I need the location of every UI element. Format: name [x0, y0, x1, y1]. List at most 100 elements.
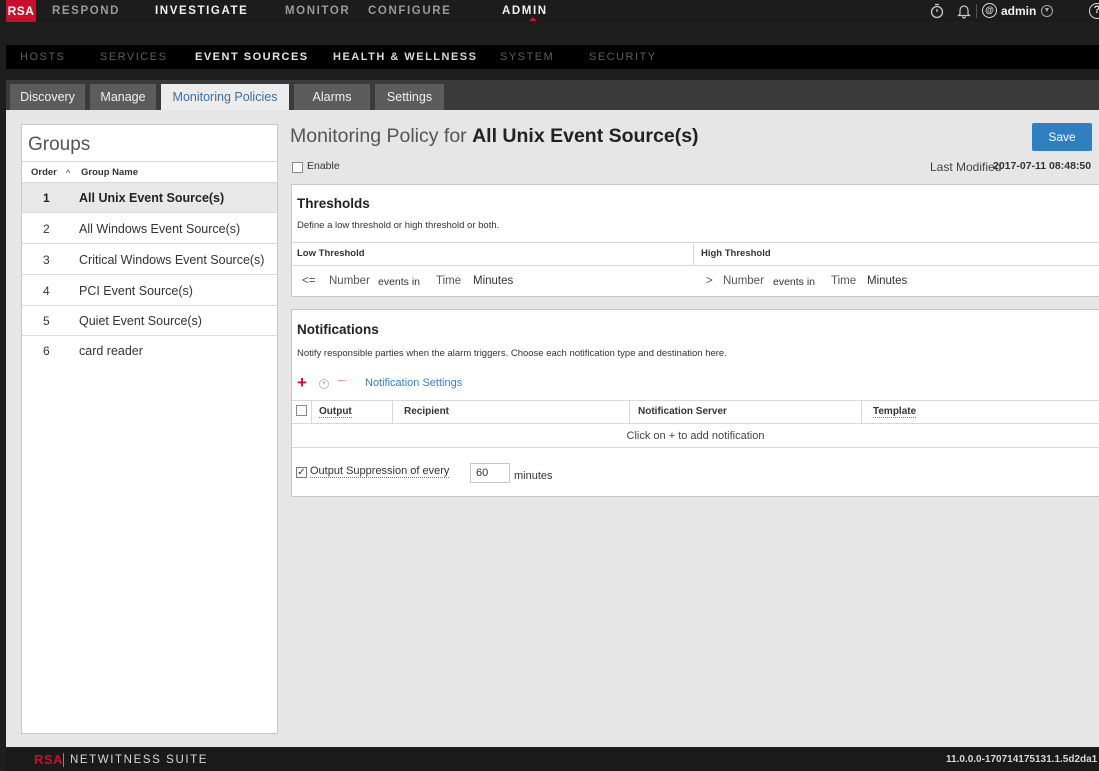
subnav-health-wellness[interactable]: HEALTH & WELLNESS	[333, 45, 477, 69]
active-nav-indicator	[529, 17, 537, 21]
footer-bar: RSA NETWITNESS SUITE 11.0.0.0-1707141751…	[6, 749, 1099, 771]
group-order: 1	[43, 191, 50, 205]
high-threshold-header: High Threshold	[701, 248, 771, 259]
col-group-name-header[interactable]: Group Name	[81, 162, 138, 184]
group-name: All Windows Event Source(s)	[79, 222, 241, 236]
help-icon[interactable]: ?	[1089, 3, 1099, 19]
nav-admin[interactable]: ADMIN	[502, 0, 548, 22]
nav-separator	[976, 4, 977, 18]
low-threshold-operator[interactable]: <=	[302, 275, 315, 287]
last-modified-label: Last Modified	[930, 160, 1002, 174]
footer-rsa-logo: RSA	[34, 752, 63, 767]
groups-panel: Groups Order ^ Group Name 1 All Unix Eve…	[21, 124, 278, 734]
sort-asc-icon[interactable]: ^	[66, 162, 70, 184]
subnav-hosts[interactable]: HOSTS	[20, 45, 65, 69]
group-row[interactable]: 2 All Windows Event Source(s)	[22, 214, 277, 244]
chevron-down-icon[interactable]: ▼	[1041, 5, 1053, 17]
nav-monitor[interactable]: MONITOR	[285, 0, 350, 22]
sub-nav: HOSTS SERVICES EVENT SOURCES HEALTH & WE…	[6, 45, 1099, 69]
group-name: Quiet Event Source(s)	[79, 314, 202, 328]
groups-table-header: Order ^ Group Name	[22, 161, 277, 183]
policy-title: Monitoring Policy for All Unix Event Sou…	[290, 125, 699, 148]
tab-settings[interactable]: Settings	[375, 84, 444, 110]
add-icon[interactable]: +	[297, 374, 307, 391]
tab-alarms[interactable]: Alarms	[294, 84, 370, 110]
high-threshold-unit[interactable]: Minutes	[867, 275, 907, 287]
thresholds-card: Thresholds Define a low threshold or hig…	[291, 184, 1099, 297]
group-name: Critical Windows Event Source(s)	[79, 253, 265, 267]
thresholds-header: Low Threshold High Threshold	[292, 242, 1099, 266]
policy-title-prefix: Monitoring Policy for	[290, 125, 467, 147]
high-threshold-time-input[interactable]: Time	[831, 275, 856, 287]
tab-manage[interactable]: Manage	[90, 84, 156, 110]
empty-table-message: Click on + to add notification	[292, 424, 1099, 448]
stopwatch-icon[interactable]	[930, 3, 944, 19]
nav-respond[interactable]: RESPOND	[52, 0, 120, 22]
group-name: card reader	[79, 344, 143, 358]
save-button[interactable]: Save	[1032, 123, 1092, 151]
high-threshold-operator[interactable]: >	[706, 275, 713, 287]
notifications-title: Notifications	[297, 322, 379, 337]
subnav-services[interactable]: SERVICES	[100, 45, 167, 69]
group-order: 5	[43, 314, 50, 328]
column-divider	[629, 401, 630, 423]
group-row[interactable]: 5 Quiet Event Source(s)	[22, 306, 277, 336]
group-row[interactable]: 6 card reader	[22, 336, 277, 366]
policy-title-group: All Unix Event Source(s)	[472, 125, 699, 147]
bell-icon[interactable]	[957, 3, 971, 19]
notifications-description: Notify responsible parties when the alar…	[297, 348, 727, 359]
low-events-in-label: events in	[378, 276, 421, 288]
column-divider	[392, 401, 393, 423]
last-modified-value: 2017-07-11 08:48:50	[993, 160, 1092, 172]
tab-bar: Discovery Manage Monitoring Policies Ala…	[6, 80, 1099, 110]
notification-settings-link[interactable]: Notification Settings	[365, 377, 462, 389]
col-output[interactable]: Output	[319, 401, 352, 423]
col-notification-server[interactable]: Notification Server	[638, 401, 727, 423]
subnav-security[interactable]: SECURITY	[589, 45, 657, 69]
group-row[interactable]: 1 All Unix Event Source(s)	[22, 183, 277, 213]
chevron-down-icon[interactable]: ▼	[319, 379, 329, 389]
group-row[interactable]: 4 PCI Event Source(s)	[22, 276, 277, 306]
low-threshold-number-input[interactable]: Number	[329, 275, 370, 287]
column-divider	[861, 401, 862, 423]
group-row[interactable]: 3 Critical Windows Event Source(s)	[22, 245, 277, 275]
group-order: 3	[43, 253, 50, 267]
low-threshold-header: Low Threshold	[297, 248, 365, 259]
group-order: 4	[43, 284, 50, 298]
footer-version: 11.0.0.0-170714175131.1.5d2da1	[946, 754, 1098, 765]
output-suppression-label[interactable]: Output Suppression of every	[310, 465, 450, 478]
column-divider	[311, 401, 312, 423]
footer-product-name: NETWITNESS SUITE	[70, 754, 209, 766]
rsa-logo: RSA	[6, 0, 36, 22]
col-template[interactable]: Template	[873, 401, 917, 423]
subnav-system[interactable]: SYSTEM	[500, 45, 554, 69]
nav-configure[interactable]: CONFIGURE	[368, 0, 451, 22]
nav-investigate[interactable]: INVESTIGATE	[155, 0, 248, 22]
remove-icon[interactable]: −	[337, 373, 346, 391]
column-divider	[693, 243, 694, 265]
user-name[interactable]: admin	[1001, 0, 1036, 22]
suppression-minutes-input[interactable]: 60	[470, 463, 510, 483]
tab-discovery[interactable]: Discovery	[10, 84, 85, 110]
select-all-checkbox[interactable]	[296, 405, 307, 416]
enable-checkbox[interactable]	[292, 162, 303, 173]
low-threshold-time-input[interactable]: Time	[436, 275, 461, 287]
col-recipient[interactable]: Recipient	[404, 401, 449, 423]
col-order-header[interactable]: Order	[31, 162, 57, 184]
notifications-table-header: Output Recipient Notification Server Tem…	[292, 400, 1099, 424]
notifications-card: Notifications Notify responsible parties…	[291, 309, 1099, 497]
top-nav: RSA RESPOND INVESTIGATE MONITOR CONFIGUR…	[6, 0, 1099, 22]
group-order: 2	[43, 222, 50, 236]
subnav-event-sources[interactable]: EVENT SOURCES	[195, 45, 309, 69]
tab-monitoring-policies[interactable]: Monitoring Policies	[161, 84, 289, 110]
high-events-in-label: events in	[773, 276, 816, 288]
groups-title: Groups	[28, 134, 91, 155]
output-suppression-checkbox[interactable]: ✓	[296, 467, 307, 478]
thresholds-description: Define a low threshold or high threshold…	[297, 220, 500, 231]
low-threshold-unit[interactable]: Minutes	[473, 275, 513, 287]
user-icon[interactable]: @	[982, 3, 997, 18]
high-threshold-number-input[interactable]: Number	[723, 275, 764, 287]
enable-label[interactable]: Enable	[307, 160, 340, 172]
group-name: All Unix Event Source(s)	[79, 191, 225, 205]
thresholds-title: Thresholds	[297, 196, 370, 211]
